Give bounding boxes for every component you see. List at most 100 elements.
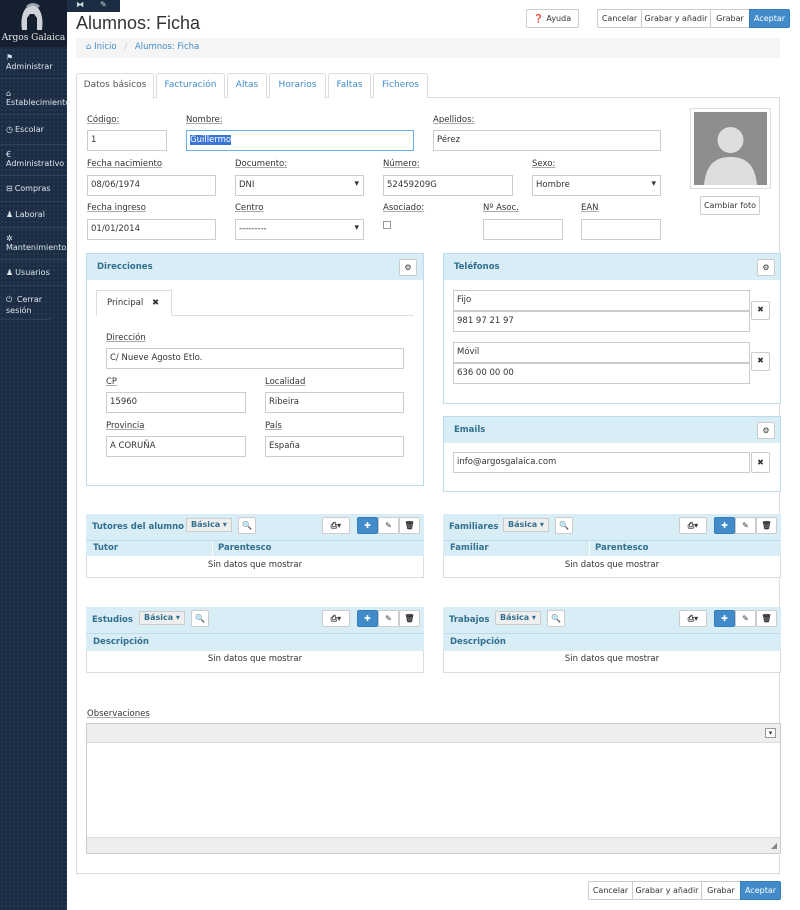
- power-icon: ⏻: [6, 295, 13, 304]
- asociado-label: Asociado:: [383, 203, 425, 213]
- n-asoc-input[interactable]: [483, 219, 563, 240]
- save-button[interactable]: Grabar: [710, 9, 750, 28]
- tab-datos-basicos[interactable]: Datos básicos: [76, 73, 154, 99]
- cancel-button[interactable]: Cancelar: [597, 9, 642, 28]
- collapse-icon[interactable]: ⧓: [76, 0, 84, 9]
- gear-icon: ⚙: [762, 263, 770, 272]
- tab-principal[interactable]: Principal ✖: [96, 290, 172, 316]
- estudios-edit-button[interactable]: ✎: [378, 610, 399, 627]
- footer-save-button[interactable]: Grabar: [701, 881, 741, 900]
- tab-ficheros[interactable]: Ficheros: [373, 73, 428, 98]
- direcciones-settings-button[interactable]: ⚙: [399, 259, 417, 276]
- nav-escolar[interactable]: ◷ Escolar: [0, 118, 67, 145]
- familiares-view-select[interactable]: Básica ▾: [503, 518, 549, 532]
- sexo-select[interactable]: Hombre: [532, 175, 661, 196]
- fecha-nacimiento-input[interactable]: 08/06/1974: [87, 175, 216, 196]
- familiares-search-button[interactable]: 🔍: [555, 517, 573, 534]
- breadcrumb-current[interactable]: Alumnos: Ficha: [135, 42, 199, 52]
- plus-icon: ✚: [364, 614, 371, 623]
- estudios-print-button[interactable]: ⎙▾: [322, 610, 350, 627]
- remove-movil-button[interactable]: ✖: [751, 352, 770, 371]
- nav-compras[interactable]: ⊟ Compras: [0, 178, 67, 202]
- help-button[interactable]: ❓ Ayuda: [526, 9, 579, 28]
- editor-menu-chevron-icon[interactable]: ▾: [765, 728, 776, 738]
- tutores-delete-button[interactable]: 🗑: [399, 517, 420, 534]
- nav-establecimiento[interactable]: ⌂ Establecimiento: [0, 85, 70, 115]
- nav-usuarios[interactable]: ♟ Usuarios: [0, 262, 67, 286]
- trabajos-print-button[interactable]: ⎙▾: [679, 610, 707, 627]
- localidad-input[interactable]: Ribeira: [265, 392, 404, 413]
- estudios-delete-button[interactable]: 🗑: [399, 610, 420, 627]
- familiares-print-button[interactable]: ⎙▾: [679, 517, 707, 534]
- change-photo-button[interactable]: Cambiar foto: [700, 196, 760, 215]
- observaciones-textarea[interactable]: [87, 743, 780, 838]
- tutores-print-button[interactable]: ⎙▾: [322, 517, 350, 534]
- tab-facturacion[interactable]: Facturación: [156, 73, 225, 98]
- nav-laboral[interactable]: ♟ Laboral: [0, 204, 67, 228]
- trabajos-search-button[interactable]: 🔍: [547, 610, 565, 627]
- estudios-add-button[interactable]: ✚: [357, 610, 378, 627]
- trabajos-view-select[interactable]: Básica ▾: [495, 611, 541, 625]
- tutores-view-select[interactable]: Básica ▾: [186, 518, 232, 532]
- direccion-input[interactable]: C/ Nueve Agosto Etlo.: [106, 348, 404, 369]
- nav-mantenimiento[interactable]: ✲ Mantenimiento: [0, 230, 67, 260]
- telefono-numero-input[interactable]: 981 97 21 97: [453, 311, 750, 332]
- flag-icon: ⚑: [6, 53, 14, 62]
- provincia-input[interactable]: A CORUÑA: [106, 436, 246, 457]
- provincia-label: Provincia: [106, 421, 145, 431]
- footer-cancel-button[interactable]: Cancelar: [588, 881, 633, 900]
- telefono-tipo-input[interactable]: Fijo: [453, 290, 750, 311]
- trabajos-delete-button[interactable]: 🗑: [756, 610, 777, 627]
- footer-accept-button[interactable]: Aceptar: [740, 881, 781, 900]
- documento-select[interactable]: DNI: [235, 175, 364, 196]
- numero-input[interactable]: 52459209G: [383, 175, 513, 196]
- emails-header: Emails: [444, 417, 780, 443]
- estudios-view-select[interactable]: Básica ▾: [139, 611, 185, 625]
- asociado-checkbox[interactable]: [383, 221, 391, 229]
- pais-input[interactable]: España: [265, 436, 404, 457]
- nav-cerrar-sesion[interactable]: ⏻ Cerrar sesión: [0, 290, 50, 320]
- footer-save-and-add-button[interactable]: Grabar y añadir: [632, 881, 702, 900]
- trabajos-edit-button[interactable]: ✎: [735, 610, 756, 627]
- familiares-add-button[interactable]: ✚: [714, 517, 735, 534]
- email-input[interactable]: info@argosgalaica.com: [453, 452, 750, 473]
- student-photo: [690, 108, 771, 189]
- accept-button[interactable]: Aceptar: [749, 9, 790, 28]
- codigo-input[interactable]: 1: [87, 130, 167, 151]
- close-icon[interactable]: ✖: [152, 298, 159, 308]
- ean-input[interactable]: [581, 219, 661, 240]
- fecha-ingreso-input[interactable]: 01/01/2014: [87, 219, 216, 240]
- tutores-add-button[interactable]: ✚: [357, 517, 378, 534]
- estudios-search-button[interactable]: 🔍: [191, 610, 209, 627]
- familiares-delete-button[interactable]: 🗑: [756, 517, 777, 534]
- remove-telefono-button[interactable]: ✖: [751, 301, 770, 320]
- resize-handle-icon[interactable]: ◢: [771, 841, 777, 850]
- remove-email-button[interactable]: ✖: [751, 452, 770, 473]
- tab-horarios[interactable]: Horarios: [269, 73, 326, 98]
- pin-icon[interactable]: ✎: [100, 0, 107, 9]
- save-and-add-button[interactable]: Grabar y añadir: [641, 9, 711, 28]
- trabajos-grid-header: Trabajos Básica ▾ 🔍 ⎙▾ ✚ ✎ 🗑: [443, 607, 781, 633]
- movil-tipo-input[interactable]: Móvil: [453, 342, 750, 363]
- tab-altas[interactable]: Altas: [227, 73, 267, 98]
- movil-numero-input[interactable]: 636 00 00 00: [453, 363, 750, 384]
- trabajos-add-button[interactable]: ✚: [714, 610, 735, 627]
- close-icon: ✖: [757, 305, 764, 314]
- familiares-edit-button[interactable]: ✎: [735, 517, 756, 534]
- telefonos-settings-button[interactable]: ⚙: [757, 259, 775, 276]
- plus-icon: ✚: [721, 521, 728, 530]
- cp-input[interactable]: 15960: [106, 392, 246, 413]
- nav-administrativo[interactable]: € Administrativo: [0, 146, 67, 176]
- tutores-edit-button[interactable]: ✎: [378, 517, 399, 534]
- trabajos-grid-columns: Descripción: [443, 633, 781, 651]
- tab-faltas[interactable]: Faltas: [328, 73, 371, 98]
- centro-label: Centro: [235, 203, 264, 213]
- breadcrumb-home[interactable]: ⌂ Inicio: [86, 42, 117, 52]
- tutores-search-button[interactable]: 🔍: [238, 517, 256, 534]
- pencil-icon: ✎: [742, 521, 749, 530]
- nav-administrar[interactable]: ⚑ Administrar: [0, 53, 67, 79]
- centro-select[interactable]: ---------: [235, 219, 364, 240]
- emails-settings-button[interactable]: ⚙: [757, 422, 775, 439]
- nombre-input[interactable]: Guillermo: [186, 130, 414, 151]
- apellidos-input[interactable]: Pérez: [433, 130, 661, 151]
